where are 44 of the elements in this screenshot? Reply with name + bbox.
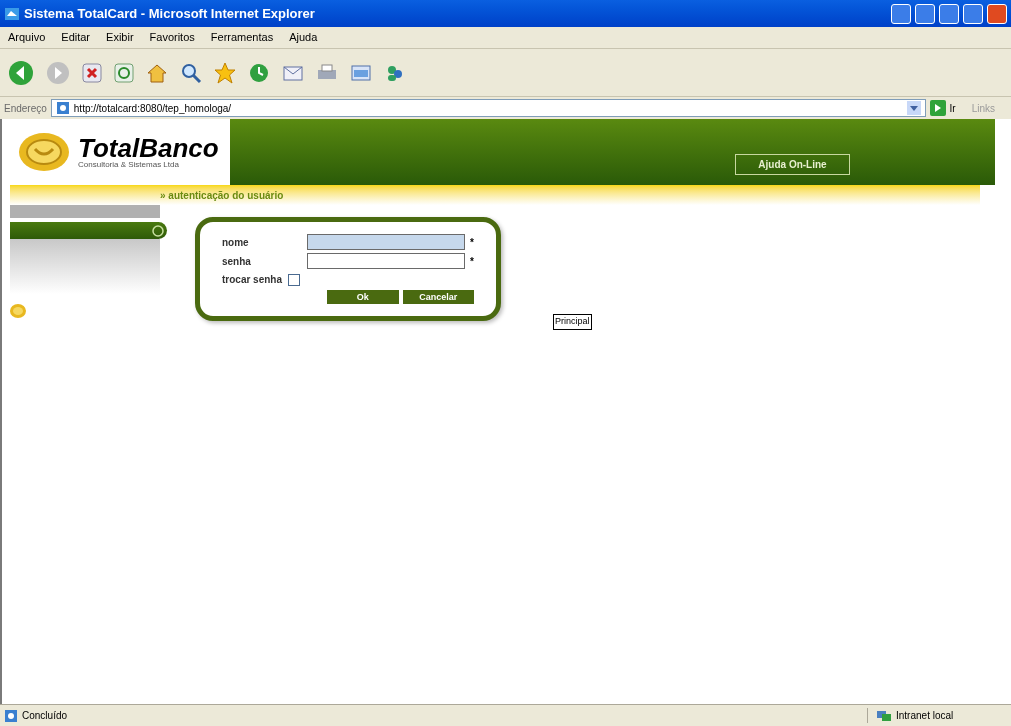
sidebar-menu-bar[interactable] xyxy=(10,222,167,239)
field-label: senha xyxy=(222,254,252,269)
page-icon xyxy=(4,708,18,723)
stop-icon[interactable] xyxy=(82,62,102,83)
history-icon[interactable] xyxy=(248,61,270,84)
coin-icon xyxy=(10,304,26,318)
go-button[interactable]: Ir xyxy=(929,100,956,116)
menu-item[interactable]: Editar xyxy=(61,29,91,46)
form-button[interactable]: Cancelar xyxy=(402,290,474,304)
back-icon[interactable] xyxy=(8,59,34,86)
checkbox-label: trocar senha xyxy=(222,273,283,287)
text-field[interactable] xyxy=(307,253,466,269)
principal-button[interactable]: Principal xyxy=(553,314,592,330)
help-button[interactable]: Ajuda On-Line xyxy=(735,154,850,175)
address-field[interactable]: http://totalcard:8080/tep_homologa/ xyxy=(50,99,926,117)
menu-item[interactable]: Ferramentas xyxy=(210,29,274,46)
refresh-icon[interactable] xyxy=(114,62,134,83)
form-button[interactable]: Ok xyxy=(327,290,399,304)
required-mark: * xyxy=(470,235,474,250)
menu-item[interactable]: Ajuda xyxy=(289,29,318,46)
menu-item[interactable]: Favoritos xyxy=(149,29,195,46)
checkbox[interactable] xyxy=(288,273,301,286)
menu-item[interactable]: Arquivo xyxy=(8,29,46,46)
breadcrumb-text: » autenticação do usuário xyxy=(160,188,284,203)
close-button[interactable] xyxy=(987,3,1007,24)
page-icon xyxy=(55,101,70,115)
field-label: nome xyxy=(222,235,250,250)
window-title: Sistema TotalCard - Microsoft Internet Explorer xyxy=(24,4,316,23)
brand-name: TotalBanco xyxy=(78,135,219,161)
menu-item[interactable]: Exibir xyxy=(106,29,134,46)
coin-logo-icon xyxy=(18,132,70,172)
required-mark: * xyxy=(470,254,474,269)
circle-icon[interactable] xyxy=(152,224,164,237)
search-icon[interactable] xyxy=(180,61,202,84)
zone-text: Intranet local xyxy=(896,709,954,723)
dropdown-icon[interactable] xyxy=(906,101,921,115)
status-text: Concluído xyxy=(22,709,69,723)
address-label: Endereço xyxy=(4,101,47,116)
minimize-button[interactable] xyxy=(939,3,959,24)
brand-tagline: Consultoria & Sistemas Ltda xyxy=(78,161,180,169)
text-field[interactable] xyxy=(307,234,466,250)
network-icon xyxy=(876,708,892,723)
maximize-button[interactable] xyxy=(963,3,983,24)
star-icon[interactable] xyxy=(214,61,236,84)
